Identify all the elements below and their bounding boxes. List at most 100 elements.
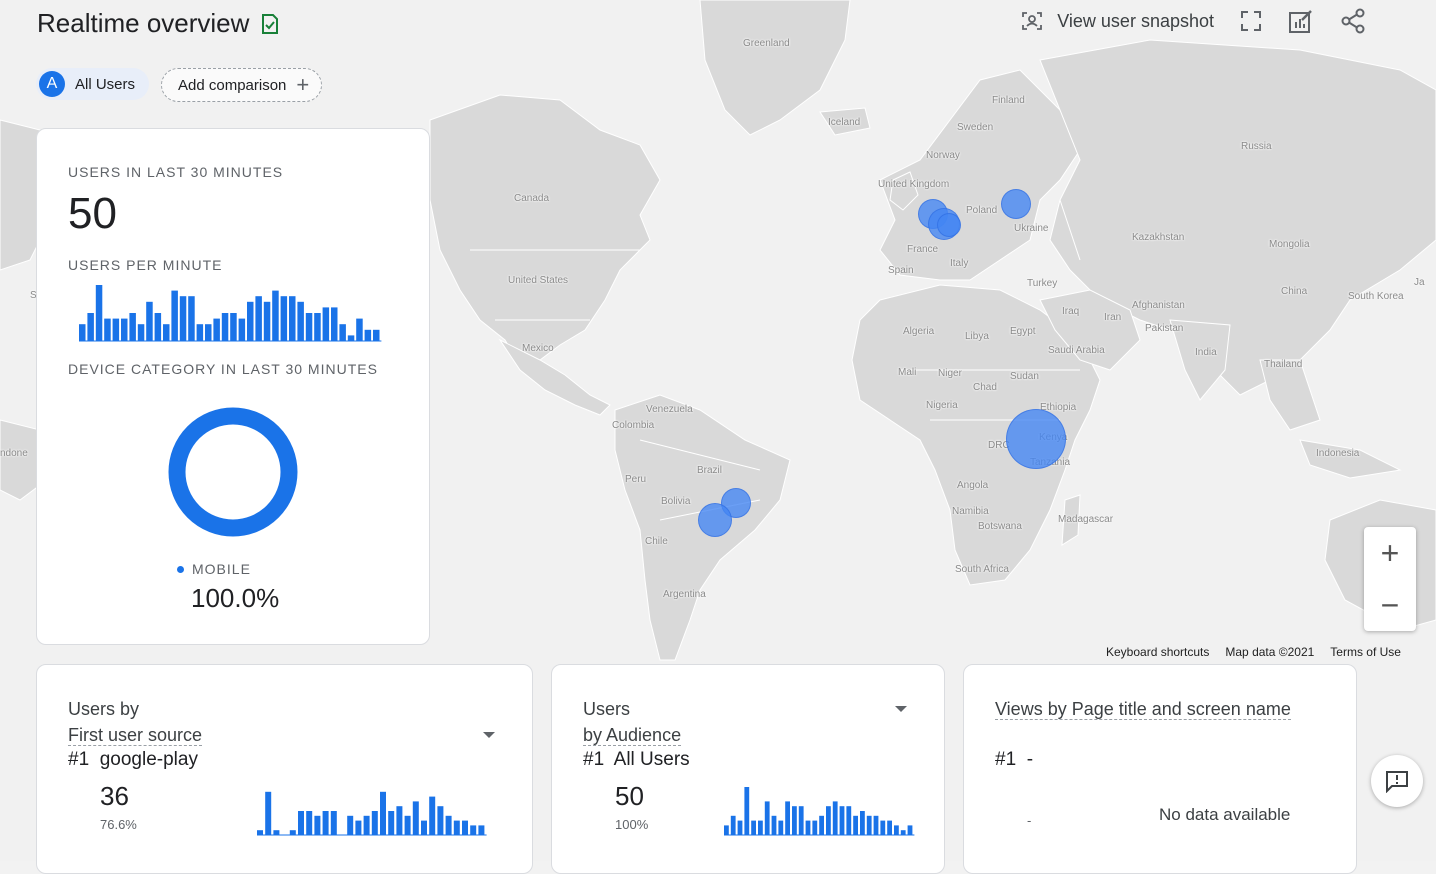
bar[interactable] — [289, 830, 296, 835]
zoom-in-icon[interactable]: + — [1364, 527, 1416, 579]
map-bubble-kenya[interactable] — [1006, 409, 1066, 469]
bar[interactable] — [263, 301, 271, 341]
bar[interactable] — [751, 820, 756, 835]
bar[interactable] — [280, 296, 288, 341]
audience-dimension-label[interactable]: by Audience — [583, 725, 682, 746]
bar[interactable] — [331, 307, 338, 341]
bar[interactable] — [478, 825, 485, 835]
bar[interactable] — [798, 806, 804, 835]
check-badge-icon[interactable] — [259, 13, 281, 35]
users-per-minute-chart[interactable] — [79, 285, 389, 343]
map-bubble-poland[interactable] — [1001, 189, 1031, 219]
bar[interactable] — [364, 329, 372, 341]
bar[interactable] — [819, 815, 824, 835]
bar[interactable] — [853, 815, 858, 835]
bar[interactable] — [289, 296, 296, 341]
bar[interactable] — [900, 830, 906, 835]
all-users-chip[interactable]: A All Users — [36, 68, 150, 100]
bar[interactable] — [412, 801, 419, 835]
dropdown-icon[interactable] — [483, 732, 495, 738]
bar[interactable] — [188, 296, 195, 341]
bar[interactable] — [196, 324, 204, 341]
bar[interactable] — [356, 318, 363, 341]
bar[interactable] — [730, 815, 736, 835]
bar[interactable] — [880, 820, 886, 835]
bar[interactable] — [887, 820, 892, 835]
bar[interactable] — [221, 313, 229, 341]
views-title[interactable]: Views by Page title and screen name — [995, 699, 1291, 720]
fullscreen-icon[interactable] — [1240, 10, 1262, 32]
bar[interactable] — [95, 285, 103, 341]
bar[interactable] — [363, 815, 370, 835]
bar[interactable] — [163, 324, 170, 341]
bar[interactable] — [380, 791, 386, 835]
bar[interactable] — [826, 806, 831, 835]
view-user-snapshot-button[interactable]: View user snapshot — [1021, 11, 1214, 32]
bar[interactable] — [87, 313, 94, 341]
bar[interactable] — [297, 301, 304, 341]
zoom-out-icon[interactable]: − — [1364, 579, 1416, 631]
bar[interactable] — [470, 825, 477, 835]
edit-report-icon[interactable] — [1288, 8, 1314, 34]
bar[interactable] — [771, 815, 777, 835]
bar[interactable] — [330, 811, 337, 835]
terms-of-use-link[interactable]: Terms of Use — [1330, 645, 1401, 659]
bar[interactable] — [154, 313, 162, 341]
bar[interactable] — [213, 318, 220, 341]
bar[interactable] — [758, 820, 763, 835]
bar[interactable] — [429, 796, 436, 835]
bar[interactable] — [894, 825, 899, 835]
bar[interactable] — [396, 806, 403, 835]
bar[interactable] — [265, 791, 272, 835]
bar[interactable] — [744, 787, 750, 835]
bar[interactable] — [273, 830, 280, 835]
bar[interactable] — [873, 815, 879, 835]
bar[interactable] — [238, 318, 246, 341]
source-dimension-label[interactable]: First user source — [68, 725, 203, 746]
bar[interactable] — [866, 815, 872, 835]
bar[interactable] — [347, 815, 354, 835]
bar[interactable] — [724, 825, 729, 835]
device-donut-chart[interactable] — [168, 407, 298, 537]
bar[interactable] — [778, 820, 784, 835]
bar[interactable] — [792, 806, 797, 835]
bar[interactable] — [846, 806, 852, 835]
bar[interactable] — [404, 815, 411, 835]
bar[interactable] — [322, 307, 330, 341]
bar[interactable] — [79, 324, 86, 341]
bar[interactable] — [860, 811, 865, 835]
bar[interactable] — [371, 811, 378, 835]
bar[interactable] — [785, 801, 790, 835]
audience-bar-chart[interactable] — [724, 787, 919, 837]
source-bar-chart[interactable] — [257, 787, 492, 837]
bar[interactable] — [907, 825, 913, 835]
bar[interactable] — [298, 811, 304, 835]
bar[interactable] — [322, 811, 329, 835]
bar[interactable] — [812, 820, 818, 835]
bar[interactable] — [137, 324, 145, 341]
bar[interactable] — [205, 324, 212, 341]
bar[interactable] — [179, 296, 187, 341]
bar[interactable] — [306, 811, 313, 835]
bar[interactable] — [171, 290, 178, 341]
keyboard-shortcuts-link[interactable]: Keyboard shortcuts — [1106, 645, 1209, 659]
bar[interactable] — [839, 806, 845, 835]
bar[interactable] — [314, 313, 321, 341]
bar[interactable] — [737, 820, 743, 835]
bar[interactable] — [104, 318, 111, 341]
bar[interactable] — [230, 313, 237, 341]
feedback-button[interactable] — [1371, 755, 1423, 807]
bar[interactable] — [129, 313, 136, 341]
bar[interactable] — [257, 830, 263, 835]
bar[interactable] — [832, 801, 838, 835]
bar[interactable] — [805, 820, 811, 835]
bar[interactable] — [314, 815, 321, 835]
bar[interactable] — [255, 296, 262, 341]
map-bubble-brazil-2[interactable] — [698, 503, 732, 537]
bar[interactable] — [437, 806, 444, 835]
bar[interactable] — [764, 801, 770, 835]
share-icon[interactable] — [1340, 8, 1366, 34]
bar[interactable] — [373, 329, 380, 341]
bar[interactable] — [421, 820, 427, 835]
add-comparison-button[interactable]: Add comparison + — [161, 68, 323, 102]
